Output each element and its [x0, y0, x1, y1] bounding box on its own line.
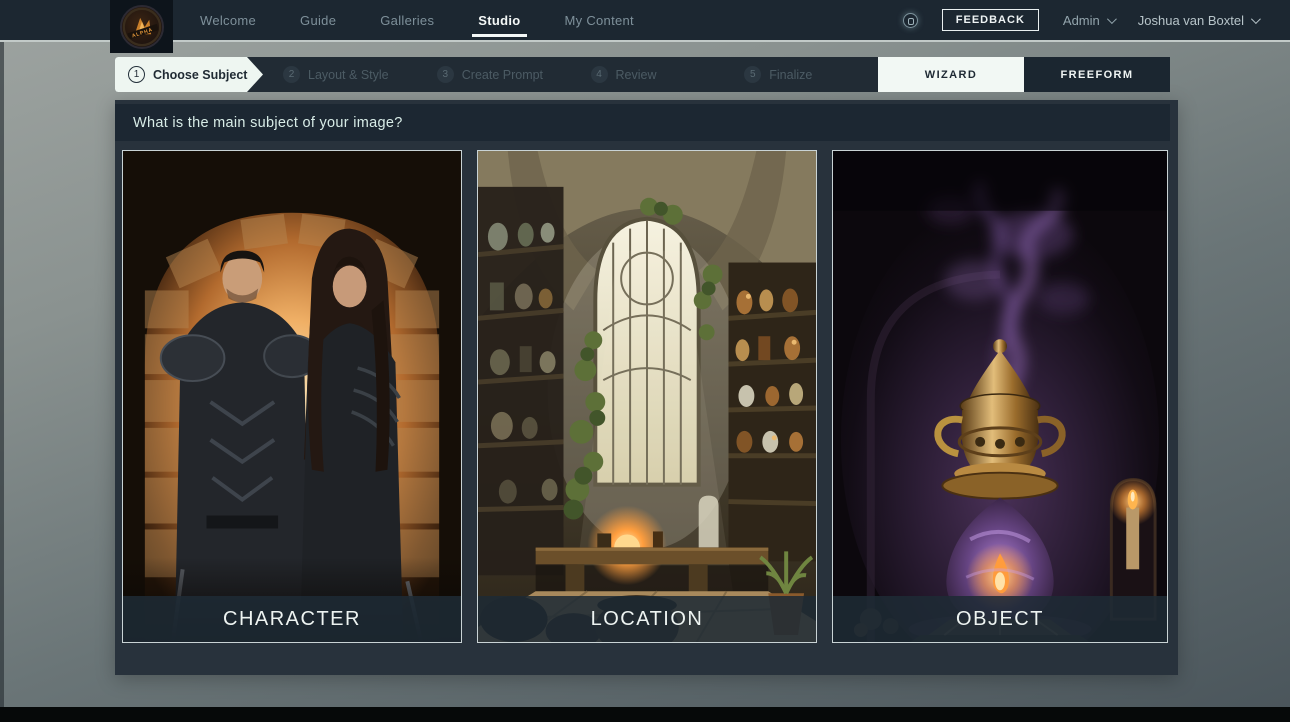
nav-right-group: FEEDBACK Admin Joshua van Boxtel	[903, 0, 1258, 40]
app-logo[interactable]: ALPHA	[110, 0, 173, 53]
step-layout-style[interactable]: 2 Layout & Style	[263, 57, 417, 92]
admin-menu-label: Admin	[1063, 13, 1100, 28]
step-label: Review	[616, 68, 657, 82]
step-label: Finalize	[769, 68, 812, 82]
freeform-mode-button[interactable]: FREEFORM	[1024, 57, 1170, 92]
wizard-step-bar: 1 Choose Subject 2 Layout & Style 3 Crea…	[115, 57, 1170, 92]
mode-toggle: WIZARD FREEFORM	[878, 57, 1170, 92]
step-number-badge: 1	[128, 66, 145, 83]
nav-menu: Welcome Guide Galleries Studio My Conten…	[200, 0, 634, 40]
step-review[interactable]: 4 Review	[571, 57, 725, 92]
app-logo-art: ALPHA	[122, 7, 162, 47]
step-number-badge: 5	[744, 66, 761, 83]
step-create-prompt[interactable]: 3 Create Prompt	[417, 57, 571, 92]
card-character-label: CHARACTER	[123, 596, 461, 642]
admin-menu[interactable]: Admin	[1063, 13, 1114, 28]
nav-item-galleries[interactable]: Galleries	[380, 0, 434, 40]
step-label: Choose Subject	[153, 68, 247, 82]
step-number-badge: 2	[283, 66, 300, 83]
chevron-down-icon	[1107, 14, 1117, 24]
user-menu[interactable]: Joshua van Boxtel	[1138, 13, 1258, 28]
lock-icon[interactable]	[903, 13, 918, 28]
nav-item-my-content[interactable]: My Content	[565, 0, 634, 40]
step-label: Create Prompt	[462, 68, 543, 82]
wizard-mode-button[interactable]: WIZARD	[878, 57, 1024, 92]
subject-cards-row: CHARACTER	[122, 150, 1168, 643]
wizard-steps-rest: 2 Layout & Style 3 Create Prompt 4 Revie…	[263, 57, 878, 92]
character-card-art	[123, 151, 461, 642]
card-character[interactable]: CHARACTER	[122, 150, 462, 643]
studio-content-panel: What is the main subject of your image?	[115, 100, 1178, 675]
object-card-art	[833, 151, 1167, 642]
user-name-label: Joshua van Boxtel	[1138, 13, 1244, 28]
window-bottom-strip	[0, 707, 1290, 722]
step-finalize[interactable]: 5 Finalize	[724, 57, 878, 92]
nav-item-guide[interactable]: Guide	[300, 0, 336, 40]
card-object[interactable]: OBJECT	[832, 150, 1168, 643]
question-heading: What is the main subject of your image?	[115, 104, 1170, 141]
card-location[interactable]: LOCATION	[477, 150, 817, 643]
step-label: Layout & Style	[308, 68, 389, 82]
card-object-label: OBJECT	[833, 596, 1167, 642]
app-logo-badge: ALPHA	[120, 5, 164, 49]
nav-item-studio[interactable]: Studio	[478, 0, 520, 40]
step-choose-subject[interactable]: 1 Choose Subject	[115, 57, 263, 92]
feedback-button[interactable]: FEEDBACK	[942, 9, 1039, 31]
location-card-art	[478, 151, 816, 642]
step-number-badge: 3	[437, 66, 454, 83]
nav-item-welcome[interactable]: Welcome	[200, 0, 256, 40]
nav-divider	[0, 40, 1290, 42]
window-left-edge	[0, 40, 4, 707]
card-location-label: LOCATION	[478, 596, 816, 642]
step-number-badge: 4	[591, 66, 608, 83]
